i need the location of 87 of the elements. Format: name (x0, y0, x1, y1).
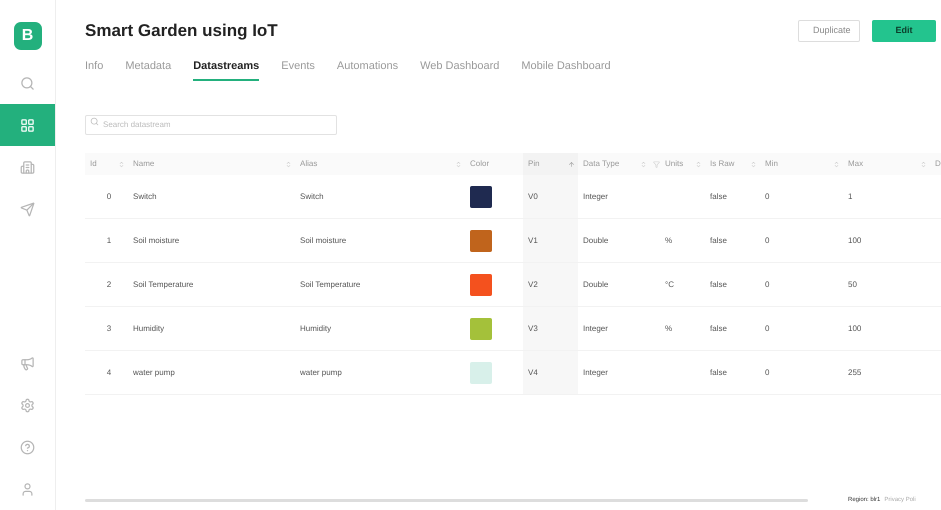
table-cell: 0 (765, 322, 770, 334)
tab[interactable]: Mobile Dashboard (521, 58, 611, 81)
column-header[interactable]: Max (848, 158, 864, 170)
column-header[interactable]: Alias (300, 158, 318, 170)
search-field[interactable]: Search datastream (85, 114, 337, 134)
table-cell: 0 (765, 366, 770, 378)
sort-icon (833, 160, 840, 168)
table-cell: 50 (848, 278, 857, 290)
table-cell: Integer (583, 322, 608, 334)
table-cell: Soil moisture (133, 234, 180, 246)
table-cell: false (710, 322, 727, 334)
column-header[interactable]: Id (90, 158, 97, 170)
table-cell: 100 (848, 234, 862, 246)
table-cell: 0 (106, 190, 112, 202)
page-title: Smart Garden using IoT (85, 20, 278, 42)
sidebar-item[interactable] (0, 104, 55, 146)
user-icon (20, 482, 35, 496)
table-cell: Double (583, 278, 608, 290)
table-cell: 0 (765, 234, 770, 246)
tab[interactable]: Events (281, 58, 315, 81)
settings-icon (20, 398, 35, 412)
table-cell: Humidity (133, 322, 164, 334)
column-header[interactable]: Units (665, 158, 684, 170)
logo[interactable]: B (14, 22, 42, 50)
table-cell: 0 (765, 278, 770, 290)
sort-icon (118, 160, 125, 168)
tab[interactable]: Metadata (125, 58, 172, 81)
help-icon (20, 440, 35, 454)
column-header[interactable]: Data Type (583, 158, 620, 170)
table-cell: Switch (133, 190, 157, 202)
scrollbar[interactable] (85, 499, 808, 502)
duplicate-button[interactable]: Duplicate (798, 20, 860, 42)
table-cell: % (665, 322, 672, 334)
table-cell: 100 (848, 322, 862, 334)
tab[interactable]: Info (85, 58, 104, 81)
column-header[interactable]: Pin (528, 158, 540, 170)
table-cell: Integer (583, 190, 608, 202)
table-cell: Double (583, 234, 608, 246)
edit-button[interactable]: Edit (872, 20, 936, 42)
sort-icon (640, 160, 647, 168)
table-cell: false (710, 278, 727, 290)
table-cell: V3 (528, 322, 538, 334)
table-cell: Soil Temperature (300, 278, 360, 290)
table-cell: V1 (528, 234, 538, 246)
table-cell: 2 (106, 278, 112, 290)
table-cell: % (665, 234, 672, 246)
sort-icon (455, 160, 462, 168)
sort-icon (920, 160, 927, 168)
table-cell: water pump (300, 366, 342, 378)
search-icon (90, 117, 99, 126)
sort-icon (695, 160, 702, 168)
table-cell: 1 (848, 190, 852, 202)
table-cell: 0 (765, 190, 770, 202)
filter-icon (653, 160, 660, 168)
table-cell: Integer (583, 366, 608, 378)
column-header[interactable]: Is Raw (710, 158, 734, 170)
column-header[interactable]: D (935, 158, 941, 170)
sort-icon (750, 160, 757, 168)
table-cell: V0 (528, 190, 538, 202)
sort-arrow-icon (568, 160, 575, 168)
megaphone-icon (20, 356, 35, 370)
tab[interactable]: Web Dashboard (420, 58, 500, 81)
sort-icon (285, 160, 292, 168)
building-icon (20, 160, 35, 174)
table-cell: 4 (106, 366, 112, 378)
search-icon (20, 76, 35, 90)
column-header[interactable]: Min (765, 158, 778, 170)
table-cell: false (710, 366, 727, 378)
table-cell: °C (665, 278, 674, 290)
table-cell: Humidity (300, 322, 332, 334)
table-cell: Soil Temperature (133, 278, 194, 290)
column-header[interactable]: Name (133, 158, 154, 170)
tab[interactable]: Automations (336, 58, 398, 81)
send-icon (20, 202, 35, 216)
column-header[interactable]: Color (470, 158, 490, 170)
table-cell: 3 (106, 322, 112, 334)
grid-icon (20, 118, 35, 132)
table-cell: Switch (300, 190, 324, 202)
tab[interactable]: Datastreams (193, 58, 260, 81)
table-cell: 255 (848, 366, 862, 378)
table-cell: V4 (528, 366, 538, 378)
table-cell: false (710, 234, 727, 246)
table-cell: Soil moisture (300, 234, 346, 246)
table-cell: V2 (528, 278, 538, 290)
table-cell: water pump (133, 366, 175, 378)
table-cell: 1 (106, 234, 112, 246)
table-cell: false (710, 190, 727, 202)
